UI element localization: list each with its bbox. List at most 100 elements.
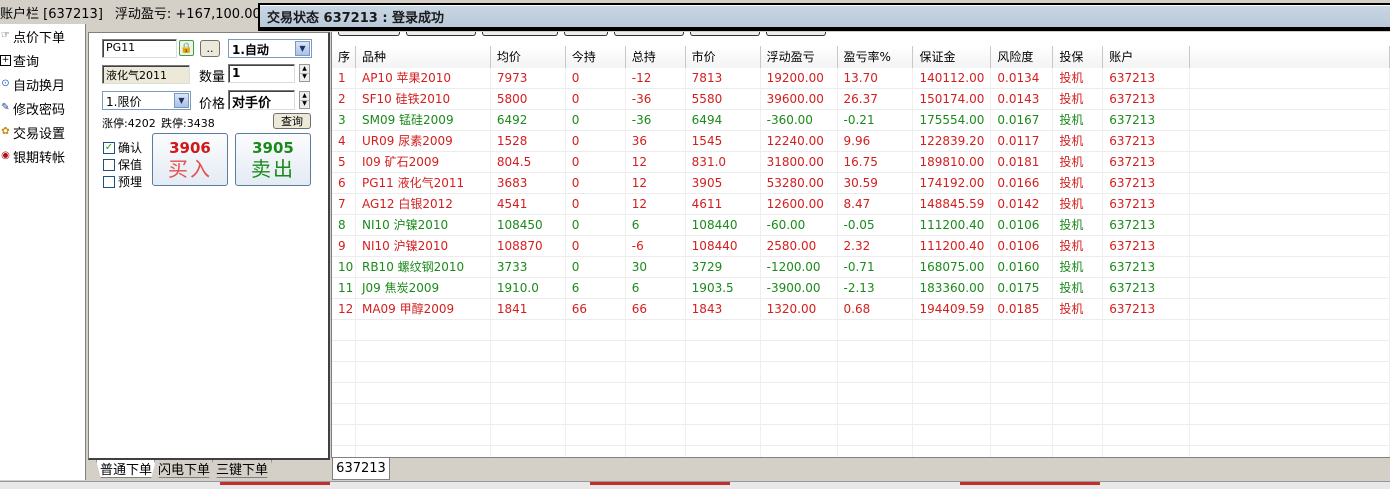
nav-item-bank-transfer[interactable]: ◉ 银期转帐	[0, 144, 85, 168]
table-row[interactable]: 3 SM09 锰硅2009 6492 0 -36 6494 -360.00 -0.21 1755…	[332, 110, 1390, 131]
nav-label: 查询	[13, 54, 40, 70]
sell-button[interactable]: 3905 卖出	[235, 133, 311, 186]
table-cell: 投机	[1053, 278, 1104, 299]
table-cell: -3900.00	[761, 278, 838, 299]
table-row[interactable]: 4 UR09 尿素2009 1528 0 36 1545 12240.00 9.96 12283…	[332, 131, 1390, 152]
table-row[interactable]: 2 SF10 硅铁2010 5800 0 -36 5580 39600.00 26.37 150…	[332, 89, 1390, 110]
contract-picker-button[interactable]: ..	[200, 40, 220, 57]
table-cell: 30	[626, 257, 686, 278]
table-row[interactable]: 5 I09 矿石2009 804.5 0 12 831.0 31800.00 16.75 189…	[332, 152, 1390, 173]
nav-item-auto-roll[interactable]: ⊙ 自动换月	[0, 72, 85, 96]
hedge-checkbox[interactable]: 保值	[103, 156, 142, 173]
table-cell: 6	[566, 278, 626, 299]
table-row[interactable]: 6 PG11 液化气2011 3683 0 12 3905 53280.00 30.59 174…	[332, 173, 1390, 194]
nav-item-change-password[interactable]: ✎ 修改密码	[0, 96, 85, 120]
column-header[interactable]: 投保	[1053, 46, 1104, 68]
buy-button[interactable]: 3906 买入	[152, 133, 228, 186]
column-header[interactable]: 今持	[565, 46, 626, 68]
table-cell: 0.0185	[991, 299, 1054, 320]
table-cell: NI10 沪镍2010	[356, 236, 491, 257]
lock-icon[interactable]: 🔒	[179, 40, 194, 56]
table-cell: 53280.00	[761, 173, 838, 194]
table-cell: 投机	[1053, 68, 1104, 89]
table-cell: 6	[626, 278, 686, 299]
contract-name-field: 液化气2011	[102, 65, 190, 84]
table-cell: 投机	[1053, 236, 1104, 257]
price-input[interactable]: 对手价	[228, 90, 295, 111]
table-cell: 1841	[491, 299, 566, 320]
table-cell: 0.0166	[991, 173, 1054, 194]
down-arrow-icon[interactable]: ▼	[300, 74, 309, 82]
up-arrow-icon[interactable]: ▲	[300, 65, 309, 74]
table-cell: 0.0142	[991, 194, 1054, 215]
table-cell: 5800	[491, 89, 566, 110]
table-row[interactable]: 7 AG12 白银2012 4541 0 12 4611 12600.00 8.47 14884…	[332, 194, 1390, 215]
table-cell: 637213	[1103, 68, 1191, 89]
price-label: 价格	[199, 97, 226, 112]
table-cell: 108440	[686, 215, 761, 236]
left-nav: ☞ 点价下单 + 查询 ⊙ 自动换月 ✎ 修改密码 ✿ 交易设置 ◉ 银期转帐	[0, 24, 86, 480]
table-row[interactable]: 8 NI10 沪镍2010 108450 0 6 108440 -60.00 -0.05 111…	[332, 215, 1390, 236]
column-header[interactable]: 盈亏率%	[837, 46, 914, 68]
column-header[interactable]: 均价	[490, 46, 566, 68]
tab-account[interactable]: 637213	[332, 458, 390, 480]
column-header[interactable]: 浮动盈亏	[760, 46, 838, 68]
nav-item-click-order[interactable]: ☞ 点价下单	[0, 24, 85, 48]
nav-item-trade-settings[interactable]: ✿ 交易设置	[0, 120, 85, 144]
table-cell: 0.68	[838, 299, 914, 320]
gear-icon: ✿	[1, 126, 10, 137]
table-cell: 11	[332, 278, 356, 299]
table-row[interactable]: 11 J09 焦炭2009 1910.0 6 6 1903.5 -3900.00 -2.13 1…	[332, 278, 1390, 299]
table-cell: 168075.00	[913, 257, 992, 278]
table-cell: 1	[332, 68, 356, 89]
order-type-value: 1.限价	[106, 95, 142, 109]
table-row[interactable]: 1 AP10 苹果2010 7973 0 -12 7813 19200.00 13.70 140…	[332, 68, 1390, 89]
table-cell: 投机	[1053, 89, 1104, 110]
down-arrow-icon[interactable]: ▼	[300, 101, 309, 109]
price-stepper[interactable]: ▲ ▼	[299, 91, 310, 109]
table-cell: 12	[626, 173, 686, 194]
table-cell: 66	[626, 299, 686, 320]
table-row[interactable]: 10 RB10 螺纹钢2010 3733 0 30 3729 -1200.00 -0.71 16…	[332, 257, 1390, 278]
confirm-checkbox[interactable]: ✓ 确认	[103, 139, 142, 156]
table-cell: 1903.5	[686, 278, 761, 299]
quantity-stepper[interactable]: ▲ ▼	[299, 64, 310, 82]
preset-checkbox[interactable]: 预埋	[103, 173, 142, 190]
order-type-select[interactable]: 1.限价 ▼	[102, 91, 191, 110]
table-cell: 投机	[1053, 173, 1104, 194]
column-header[interactable]: 市价	[685, 46, 761, 68]
table-cell: NI10 沪镍2010	[356, 215, 491, 236]
table-cell: 0.0167	[991, 110, 1054, 131]
open-close-select[interactable]: 1.自动 ▼	[228, 39, 312, 58]
query-button[interactable]: 查询	[273, 113, 311, 129]
table-cell: 3905	[686, 173, 761, 194]
table-cell: 0.0106	[991, 236, 1054, 257]
table-cell: 6	[332, 173, 356, 194]
tab-normal-order[interactable]: 普通下单	[96, 460, 157, 478]
table-cell: 0.0143	[991, 89, 1054, 110]
column-header[interactable]: 账户	[1103, 46, 1191, 68]
nav-item-query[interactable]: + 查询	[0, 48, 85, 72]
table-cell: 6	[626, 215, 686, 236]
column-header[interactable]: 序	[332, 46, 356, 68]
tab-flash-order[interactable]: 闪电下单	[154, 460, 215, 478]
column-header[interactable]: 品种	[355, 46, 491, 68]
table-cell: 637213	[1103, 236, 1191, 257]
quantity-input[interactable]: 1	[228, 64, 295, 83]
tab-three-key-order[interactable]: 三键下单	[212, 460, 273, 478]
table-cell: 0.0175	[991, 278, 1054, 299]
table-cell: 12240.00	[761, 131, 838, 152]
column-header[interactable]: 总持	[625, 46, 686, 68]
table-row[interactable]: 12 MA09 甲醇2009 1841 66 66 1843 1320.00 0.68 1944…	[332, 299, 1390, 320]
nav-label: 银期转帐	[13, 150, 66, 166]
table-row[interactable]: 9 NI10 沪镍2010 108870 0 -6 108440 2580.00 2.32 11…	[332, 236, 1390, 257]
up-arrow-icon[interactable]: ▲	[300, 92, 309, 101]
table-cell: 30.59	[838, 173, 914, 194]
contract-code-input[interactable]: PG11	[102, 39, 177, 58]
order-mode-tabs: 普通下单 闪电下单 三键下单	[88, 460, 330, 482]
column-header[interactable]: 风险度	[991, 46, 1054, 68]
table-cell: AG12 白银2012	[356, 194, 491, 215]
plus-box-icon: +	[0, 54, 11, 66]
table-cell: 194409.59	[913, 299, 992, 320]
column-header[interactable]: 保证金	[913, 46, 992, 68]
